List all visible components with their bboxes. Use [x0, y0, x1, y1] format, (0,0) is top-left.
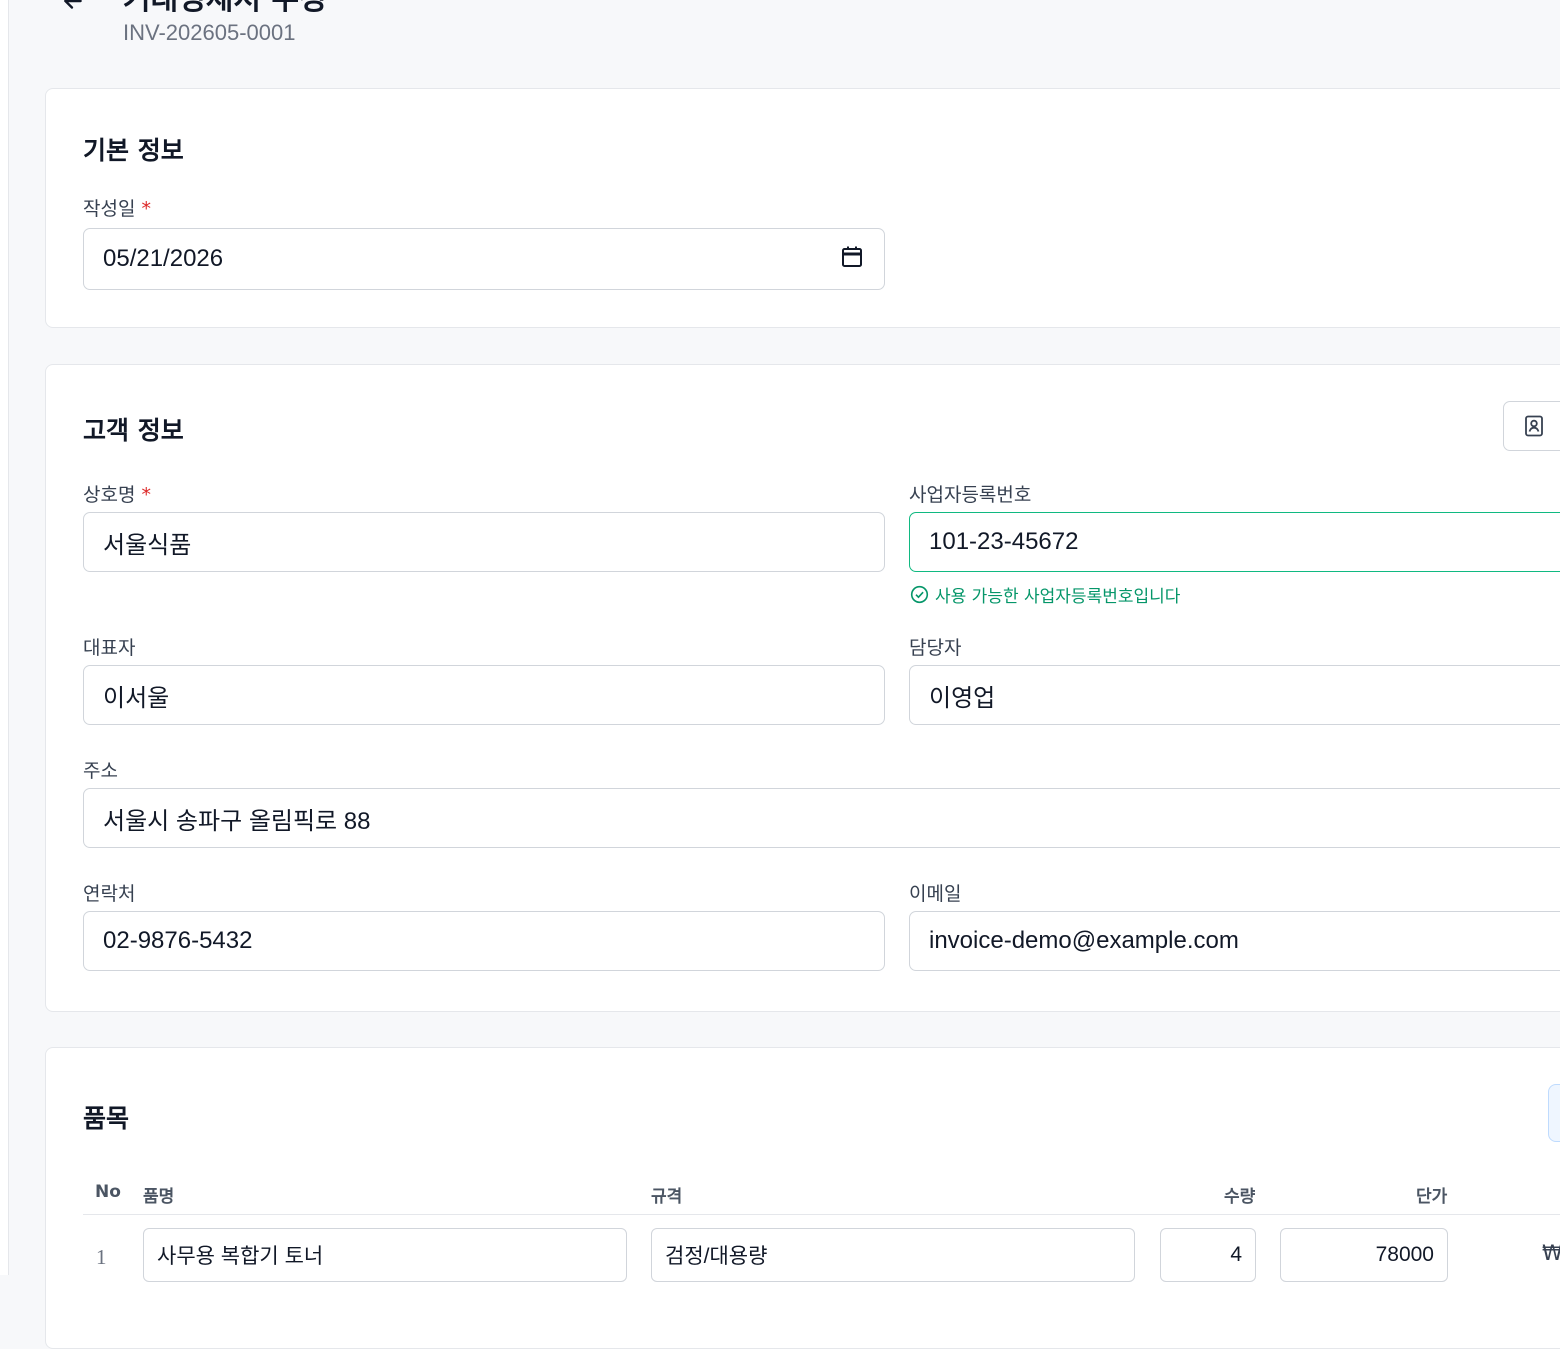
item-spec-input[interactable] — [651, 1228, 1135, 1282]
biz-no-valid-hint: 사용 가능한 사업자등록번호입니다 — [910, 582, 1180, 607]
date-field-wrapper — [83, 228, 885, 290]
ceo-input[interactable] — [83, 665, 885, 725]
manager-input[interactable] — [909, 665, 1560, 725]
address-book-button[interactable] — [1503, 401, 1560, 451]
basic-info-card: 기본 정보 작성일 * — [45, 88, 1560, 328]
item-qty-input[interactable] — [1160, 1228, 1256, 1282]
customer-info-title: 고객 정보 — [83, 416, 184, 445]
basic-info-title: 기본 정보 — [83, 136, 184, 165]
column-header-price: 단가 — [1416, 1187, 1448, 1207]
biz-no-label: 사업자등록번호 — [909, 484, 1032, 506]
biz-no-hint-text: 사용 가능한 사업자등록번호입니다 — [935, 587, 1181, 607]
phone-input[interactable] — [83, 911, 885, 971]
address-input[interactable] — [83, 788, 1560, 848]
date-input[interactable] — [83, 228, 885, 290]
check-circle-icon — [910, 585, 929, 604]
ceo-label: 대표자 — [83, 637, 136, 659]
back-button[interactable] — [58, 0, 88, 16]
column-header-qty: 수량 — [1224, 1187, 1256, 1207]
column-header-no: No — [95, 1182, 121, 1202]
biz-no-input[interactable] — [909, 512, 1560, 572]
row-number: 1 — [96, 1245, 107, 1269]
item-name-input[interactable] — [143, 1228, 627, 1282]
sidebar-edge — [0, 0, 9, 1275]
customer-info-card: 고객 정보 상호명* 사업자등록번호 사용 가능한 사업자등록번호입니다 대표자… — [45, 364, 1560, 1012]
table-header-divider — [83, 1214, 1560, 1215]
add-item-button[interactable] — [1548, 1084, 1560, 1142]
column-header-name: 품명 — [143, 1187, 175, 1207]
column-header-spec: 규격 — [651, 1187, 683, 1207]
items-card: 품목 No 품명 규격 수량 단가 1 ₩ — [45, 1047, 1560, 1349]
calendar-icon[interactable] — [841, 245, 863, 269]
invoice-number: INV-202605-0001 — [123, 20, 296, 45]
items-title: 품목 — [83, 1104, 130, 1133]
arrow-left-icon — [64, 0, 82, 9]
address-label: 주소 — [83, 760, 118, 782]
date-label: 작성일 * — [83, 198, 151, 220]
phone-label: 연락처 — [83, 883, 136, 905]
required-mark: * — [141, 484, 151, 506]
company-label: 상호명 * — [83, 484, 151, 506]
address-book-icon — [1525, 415, 1543, 437]
item-amount: ₩ — [1542, 1241, 1560, 1265]
manager-label: 담당자 — [909, 637, 962, 659]
email-input[interactable] — [909, 911, 1560, 971]
company-input[interactable] — [83, 512, 885, 572]
item-price-input[interactable] — [1280, 1228, 1448, 1282]
page-title: 거래명세서 수정 — [123, 0, 327, 18]
required-mark: * — [141, 198, 151, 220]
email-label: 이메일 — [909, 883, 962, 905]
